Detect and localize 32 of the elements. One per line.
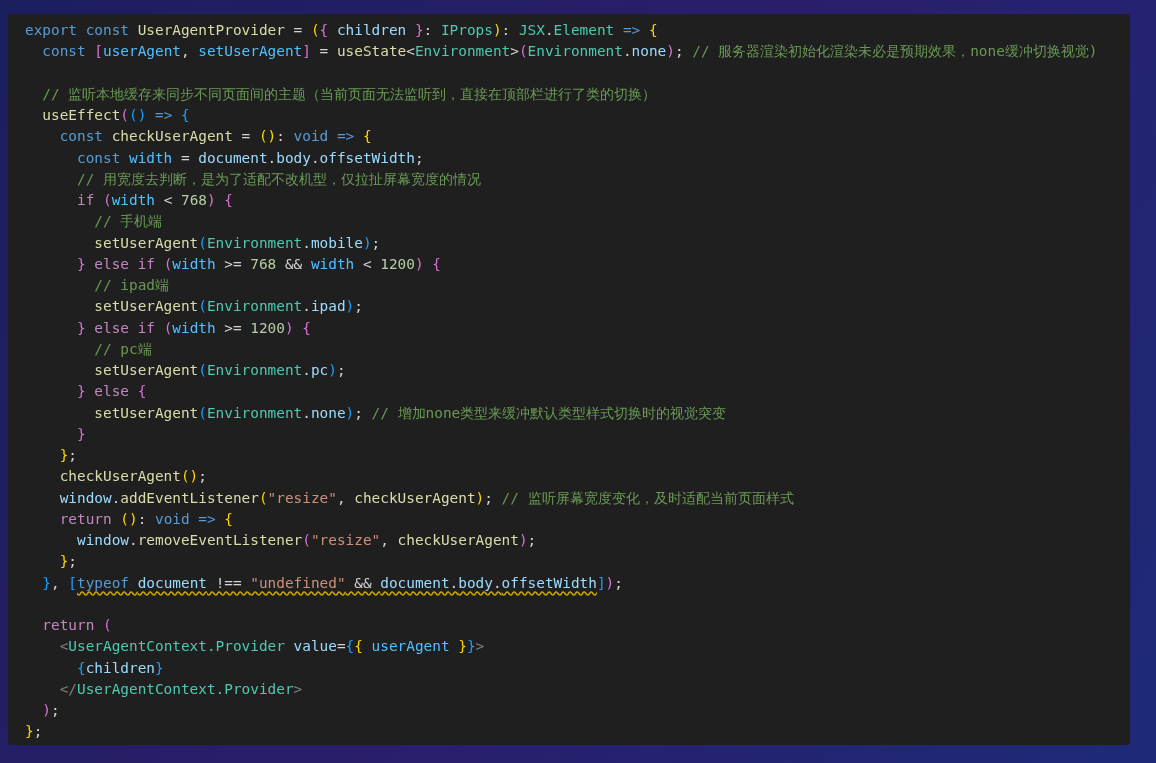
code-line: }; [58,446,78,465]
code-line: }, [typeof document !== "undefined" && document.body.offsetWidth]); [41,573,624,593]
code-line: const [userAgent, setUserAgent] = useState<Environment>(Environment.none); // 服务器渲染初始化渲染未必是预期效果，none缓冲切换视觉) [41,42,1099,62]
code-line: </UserAgentContext.Provider> [58,679,304,699]
code-line: } [75,424,87,444]
code-line: // 手机端 [93,212,164,232]
code-line: useEffect(() => { [41,106,191,125]
code-line: const width = document.body.offsetWidth; [75,148,425,168]
code-line: ); [41,701,61,720]
code-line: window.addEventListener("resize", checkUserAgent); // 监听屏幕宽度变化，及时适配当前页面样式 [58,488,795,508]
code-line: <UserAgentContext.Provider value={{ userAgent }}> [58,637,486,657]
code-line: }; [25,722,44,742]
code-line: setUserAgent(Environment.mobile); [93,233,382,253]
code-line: export const UserAgentProvider = ({ children }: IProps): JSX.Element => { [25,21,659,40]
code-line: checkUserAgent(); [58,467,208,487]
code-line: const checkUserAgent = (): void => { [58,127,373,147]
code-line: {children} [75,658,165,678]
code-line: } else { [75,382,148,402]
code-line: } else if (width >= 768 && width < 1200) { [75,254,442,274]
code-line: } else if (width >= 1200) { [75,318,312,338]
code-line: if (width < 768) { [75,191,234,210]
code-line: setUserAgent(Environment.ipad); [93,297,364,317]
code-line: // 用宽度去判断，是为了适配不改机型，仅拉扯屏幕宽度的情况 [75,169,482,189]
code-line: return ( [41,616,113,635]
code-line: }; [58,552,78,572]
code-line: setUserAgent(Environment.none); // 增加none类型来缓冲默认类型样式切换时的视觉突变 [93,403,728,423]
code-line: setUserAgent(Environment.pc); [93,361,347,380]
code-line: // pc端 [93,339,153,359]
code-line: // 监听本地缓存来同步不同页面间的主题（当前页面无法监听到，直接在顶部栏进行了类的切换） [41,84,658,104]
code-line: window.removeEventListener("resize", checkUserAgent); [75,531,538,550]
code-line: // ipad端 [93,276,170,295]
code-line: return (): void => { [58,509,234,529]
